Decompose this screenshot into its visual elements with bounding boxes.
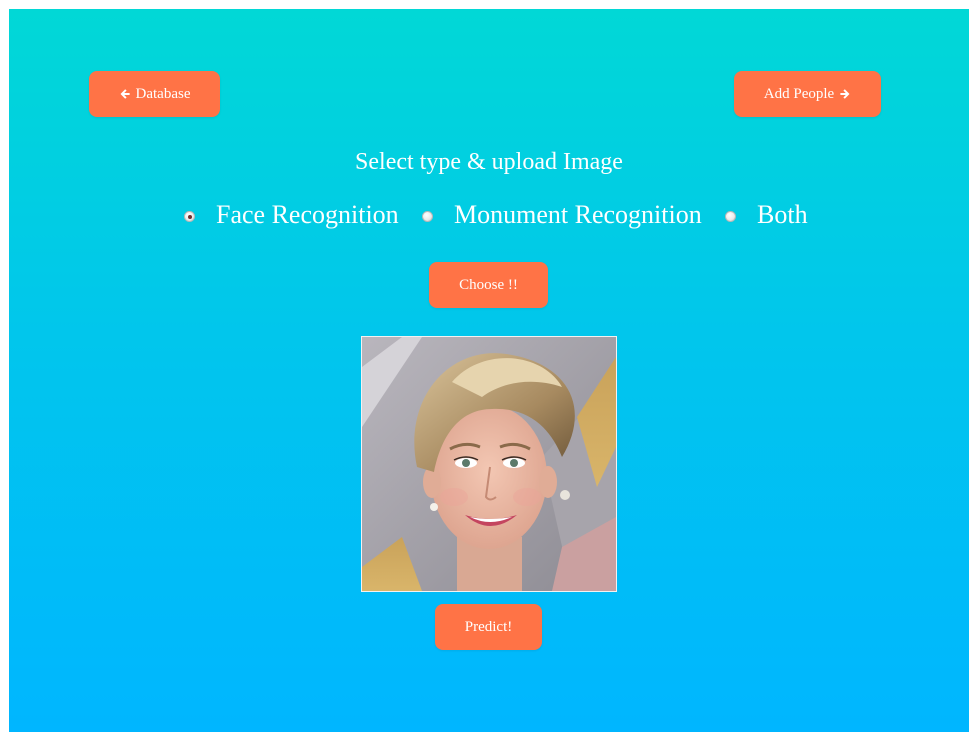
choose-file-button[interactable]: Choose !!: [429, 262, 548, 308]
main-panel: Database Add People Select type & upload…: [9, 9, 969, 732]
radio-label-monument-recognition: Monument Recognition: [454, 200, 702, 229]
arrow-right-icon: [840, 89, 850, 99]
uploaded-image-preview: [361, 336, 617, 592]
predict-button[interactable]: Predict!: [435, 604, 542, 650]
radio-both[interactable]: [725, 211, 736, 222]
radio-face-recognition[interactable]: [184, 211, 195, 222]
arrow-left-icon: [120, 89, 130, 99]
database-label: Database: [135, 85, 191, 102]
add-people-button[interactable]: Add People: [734, 71, 881, 117]
recognition-type-group: Face Recognition Monument Recognition Bo…: [9, 195, 969, 239]
radio-label-face-recognition: Face Recognition: [216, 200, 399, 229]
add-people-label: Add People: [763, 85, 835, 102]
face-photo: [362, 337, 616, 591]
radio-label-both: Both: [757, 200, 808, 229]
database-button[interactable]: Database: [89, 71, 220, 117]
page-title: Select type & upload Image: [355, 149, 623, 175]
radio-monument-recognition[interactable]: [422, 211, 433, 222]
